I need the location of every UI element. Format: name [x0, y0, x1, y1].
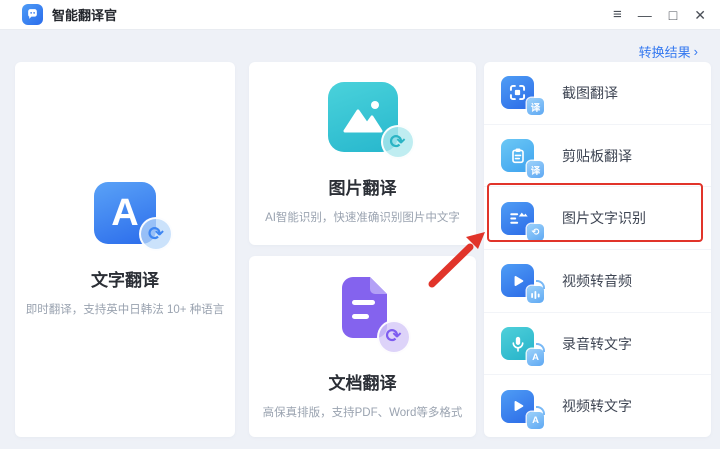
app-identity: 智能翻译官 — [22, 4, 117, 25]
tool-video-to-audio[interactable]: 视频转音频 — [484, 249, 711, 312]
translate-badge-icon: 译 — [527, 161, 544, 178]
tool-label: 剪贴板翻译 — [562, 147, 632, 164]
tool-label: 视频转音频 — [562, 272, 632, 289]
tool-image-ocr[interactable]: ⟲ 图片文字识别 — [484, 186, 711, 249]
tool-label: 录音转文字 — [562, 335, 632, 352]
tool-label: 截图翻译 — [562, 84, 618, 101]
letter-a-badge-icon: A — [527, 405, 545, 429]
tool-video-to-text[interactable]: A 视频转文字 — [484, 374, 711, 437]
maximize-icon[interactable]: □ — [669, 8, 677, 22]
tool-clipboard-translate[interactable]: 译 剪贴板翻译 — [484, 123, 711, 187]
app-logo-icon — [22, 4, 43, 25]
card-subtitle: AI智能识别，快速准确识别图片中文字 — [265, 212, 460, 224]
results-link-label: 转换结果 — [638, 45, 691, 60]
text-translate-card[interactable]: A ⟳ 文字翻译 即时翻译，支持英中日韩法 10+ 种语言 — [15, 62, 235, 437]
card-title: 图片翻译 — [328, 179, 397, 198]
card-subtitle: 即时翻译，支持英中日韩法 10+ 种语言 — [25, 304, 225, 316]
menu-icon[interactable]: ≡ — [613, 7, 622, 22]
sync-badge-icon: ⟲ — [527, 223, 544, 241]
titlebar: 智能翻译官 ≡ — □ ✕ — [0, 0, 720, 30]
image-translate-card[interactable]: ⟳ 图片翻译 AI智能识别，快速准确识别图片中文字 — [249, 62, 476, 245]
sync-icon: ⟳ — [376, 319, 411, 354]
letter-a-badge-icon: A — [527, 343, 545, 367]
minimize-icon[interactable]: — — [638, 8, 652, 22]
card-title: 文字翻译 — [91, 271, 159, 290]
app-window: 智能翻译官 ≡ — □ ✕ 转换结果 › A ⟳ 文字翻译 即时翻译，支持英中日… — [0, 0, 720, 449]
sync-icon: ⟳ — [139, 217, 173, 251]
app-title: 智能翻译官 — [52, 8, 118, 23]
tool-label: 图片文字识别 — [562, 210, 646, 227]
close-icon[interactable]: ✕ — [694, 8, 706, 22]
tool-label: 视频转文字 — [562, 398, 632, 415]
document-translate-card[interactable]: ⟳ 文档翻译 高保真排版，支持PDF、Word等多格式 — [249, 256, 476, 437]
waveform-badge-icon — [527, 280, 545, 304]
tool-audio-to-text[interactable]: A 录音转文字 — [484, 311, 711, 375]
tool-screenshot-translate[interactable]: 译 截图翻译 — [484, 62, 711, 124]
card-subtitle: 高保真排版，支持PDF、Word等多格式 — [262, 406, 463, 419]
sync-icon: ⟳ — [380, 125, 415, 159]
tools-panel: 译 截图翻译 译 剪贴板翻译 ⟲ 图片文字识别 视频转音频 A 录音转文字 A … — [484, 62, 711, 437]
card-title: 文档翻译 — [328, 373, 397, 393]
results-link[interactable]: 转换结果 › — [639, 42, 698, 61]
window-controls: ≡ — □ ✕ — [613, 7, 706, 22]
chevron-right-icon: › — [693, 44, 698, 59]
translate-badge-icon: 译 — [527, 98, 544, 116]
